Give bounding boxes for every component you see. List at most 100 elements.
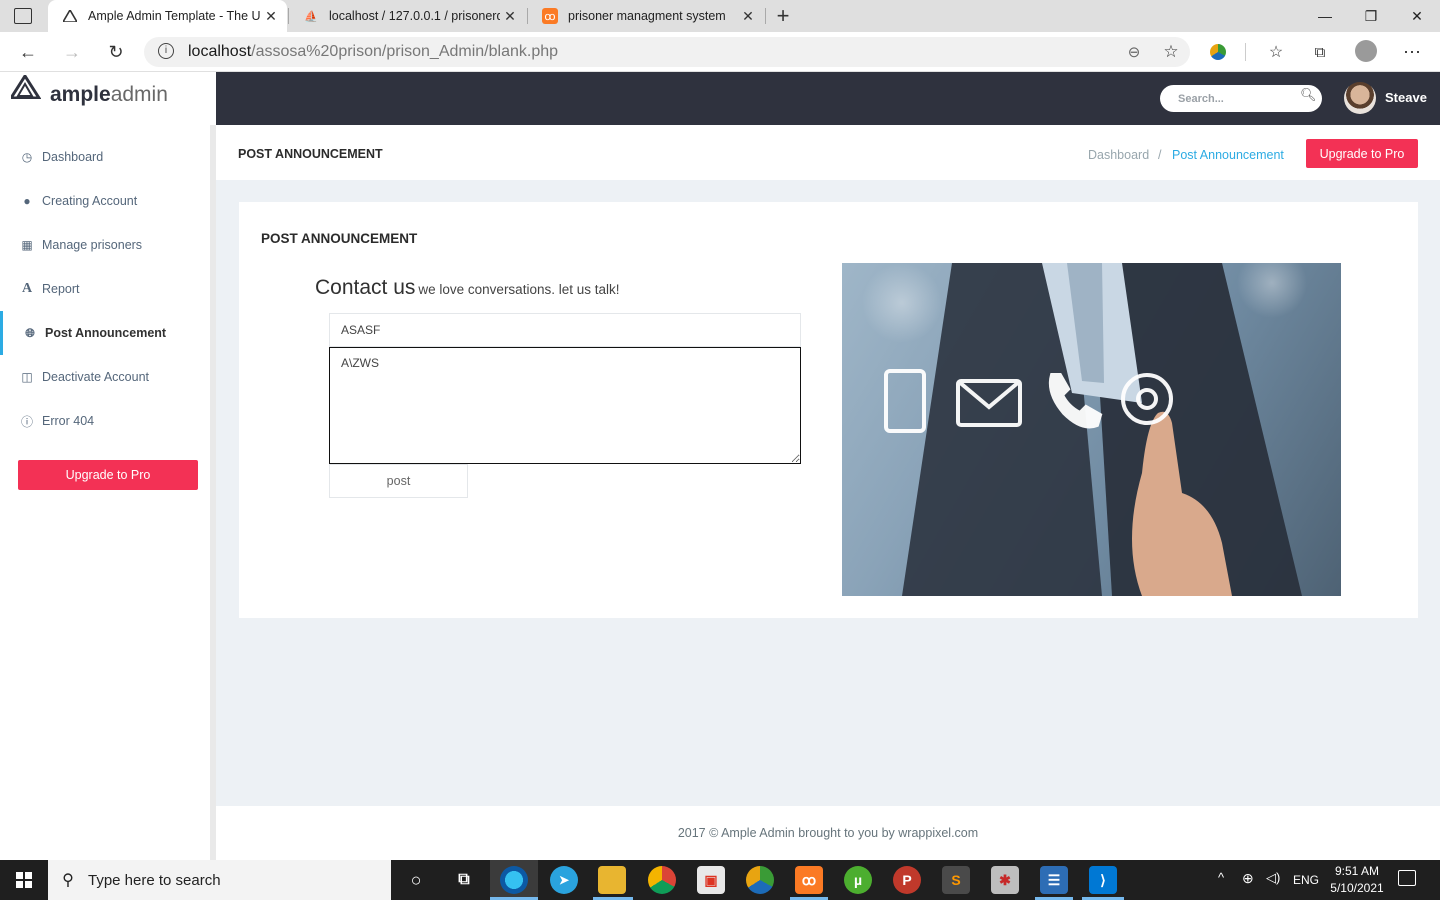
telegram-icon[interactable]: ➤ (550, 866, 578, 894)
tab-actions-icon[interactable] (14, 8, 32, 24)
zoom-icon[interactable]: ⊖ (1120, 38, 1148, 66)
new-tab-button[interactable]: + (772, 4, 794, 28)
edge-icon[interactable] (500, 866, 528, 894)
sidebar-item-error-404[interactable]: ⓘ Error 404 (0, 399, 210, 443)
extension-icon[interactable] (1204, 38, 1232, 66)
more-menu-icon[interactable]: ⋯ (1398, 38, 1426, 66)
idm-icon[interactable] (746, 866, 774, 894)
contact-heading-text: Contact us (315, 276, 416, 299)
xampp-icon[interactable]: ꝏ (795, 866, 823, 894)
logo-text: ampleadmin (50, 83, 168, 107)
manager-app-icon[interactable]: ☰ (1040, 866, 1068, 894)
message-textarea[interactable]: A\ZWS (329, 347, 801, 464)
chrome-icon[interactable] (648, 866, 676, 894)
close-tab-icon[interactable]: ✕ (261, 8, 281, 25)
media-app-icon[interactable]: ▣ (697, 866, 725, 894)
logo[interactable]: ampleadmin (10, 74, 210, 122)
browser-tab-phpmyadmin[interactable]: ⛵ localhost / 127.0.0.1 / prisonerdb ✕ (289, 0, 526, 32)
username[interactable]: Steave (1385, 90, 1427, 105)
clock-date: 5/10/2021 (1330, 881, 1384, 895)
page-title: POST ANNOUNCEMENT (238, 147, 383, 161)
columns-icon: ◫ (21, 370, 33, 384)
volume-icon[interactable]: ◁) (1266, 870, 1280, 886)
search-icon[interactable]: 🔍︎ (1300, 87, 1317, 107)
close-tab-icon[interactable]: ✕ (738, 8, 758, 25)
user-icon: ● (23, 194, 31, 208)
breadcrumb-separator: / (1158, 148, 1162, 162)
search-input[interactable]: Search... (1160, 85, 1322, 112)
favorites-icon[interactable]: ☆ (1262, 38, 1290, 66)
logo-text-bold: ample (50, 83, 111, 106)
network-icon[interactable]: ⊕ (1242, 870, 1254, 887)
windows-start-icon[interactable] (0, 860, 48, 900)
sidebar-item-label: Error 404 (42, 414, 95, 428)
sublime-text-icon[interactable]: S (942, 866, 970, 894)
sidebar-upgrade-button[interactable]: Upgrade to Pro (18, 460, 198, 490)
p-app-icon[interactable]: P (893, 866, 921, 894)
cortana-icon[interactable]: ○ (402, 866, 430, 894)
globe-icon: 🌐︎ (25, 325, 35, 340)
card-title: POST ANNOUNCEMENT (261, 231, 418, 246)
clock-icon: ◷ (21, 150, 33, 164)
url-text[interactable]: localhost/assosa%20prison/prison_Admin/b… (188, 43, 558, 61)
contact-illustration (862, 263, 1307, 596)
info-icon: ⓘ (20, 414, 33, 429)
reload-icon[interactable]: ↻ (102, 38, 130, 66)
contact-heading: Contact us we love conversations. let us … (315, 276, 620, 300)
tab-title: Ample Admin Template - The Ult (88, 9, 261, 23)
url-host: localhost (188, 43, 252, 60)
collections-icon[interactable]: ⧉ (1306, 38, 1334, 66)
upgrade-button[interactable]: Upgrade to Pro (1306, 139, 1418, 168)
toolbar-divider (1245, 43, 1246, 61)
sidebar-item-label: Deactivate Account (42, 370, 150, 384)
sidebar-item-dashboard[interactable]: ◷ Dashboard (0, 135, 210, 179)
tray-overflow-icon[interactable]: ^ (1218, 870, 1224, 885)
sidebar-item-label: Dashboard (42, 150, 104, 164)
breadcrumb-current: Post Announcement (1172, 148, 1284, 162)
close-tab-icon[interactable]: ✕ (500, 8, 520, 25)
sidebar-item-manage-prisoners[interactable]: ▦ Manage prisoners (0, 223, 210, 267)
sidebar-item-report[interactable]: A Report (0, 267, 210, 311)
search-icon: ⚲ (62, 872, 74, 889)
sidebar-item-post-announcement[interactable]: 🌐︎ Post Announcement (0, 311, 210, 355)
sidebar-item-creating-account[interactable]: ● Creating Account (0, 179, 210, 223)
vscode-icon[interactable]: ⟩ (1089, 866, 1117, 894)
sidebar-item-label: Creating Account (42, 194, 138, 208)
forward-icon[interactable]: → (58, 38, 86, 66)
contact-image (842, 263, 1341, 596)
breadcrumb-dashboard[interactable]: Dashboard (1088, 148, 1149, 162)
avatar[interactable] (1344, 82, 1376, 114)
font-icon: A (21, 281, 33, 296)
file-explorer-icon[interactable] (598, 866, 626, 894)
taskbar-search-input[interactable]: ⚲ Type here to search (48, 860, 391, 900)
site-info-icon[interactable]: i (158, 43, 174, 59)
post-button[interactable]: post (329, 464, 468, 498)
table-icon: ▦ (21, 238, 33, 252)
close-window-icon[interactable]: ✕ (1394, 0, 1440, 32)
restore-icon[interactable]: ❐ (1348, 0, 1394, 32)
tab-title: localhost / 127.0.0.1 / prisonerdb (329, 9, 500, 23)
add-favorite-icon[interactable]: ☆ (1157, 38, 1185, 66)
sidebar-item-deactivate-account[interactable]: ◫ Deactivate Account (0, 355, 210, 399)
tab-title: prisoner managment system (568, 9, 726, 23)
contact-subheading: we love conversations. let us talk! (418, 282, 620, 297)
utorrent-icon[interactable]: µ (844, 866, 872, 894)
notifications-icon[interactable] (1398, 870, 1416, 886)
language-indicator[interactable]: ENG (1293, 873, 1319, 887)
clock-time: 9:51 AM (1334, 864, 1380, 878)
browser-tab-ample[interactable]: Ample Admin Template - The Ult ✕ (48, 0, 287, 32)
subject-input[interactable] (329, 313, 801, 347)
browser-tab-prisoner-system[interactable]: ꝏ prisoner managment system ✕ (528, 0, 764, 32)
logo-text-light: admin (110, 83, 168, 106)
task-view-icon[interactable]: ⧉ (450, 866, 478, 894)
sidebar-item-label: Report (42, 282, 80, 296)
sidebar-item-label: Post Announcement (45, 326, 167, 340)
taskbar-clock[interactable]: 9:51 AM 5/10/2021 (1318, 863, 1396, 897)
taskbar-search-placeholder: Type here to search (88, 871, 221, 889)
minimize-icon[interactable]: — (1302, 0, 1348, 32)
settings-app-icon[interactable]: ✱ (991, 866, 1019, 894)
footer-text: 2017 © Ample Admin brought to you by wra… (677, 826, 979, 840)
profile-icon[interactable] (1355, 40, 1377, 62)
ample-favicon-icon (62, 8, 78, 24)
back-icon[interactable]: ← (14, 38, 42, 66)
